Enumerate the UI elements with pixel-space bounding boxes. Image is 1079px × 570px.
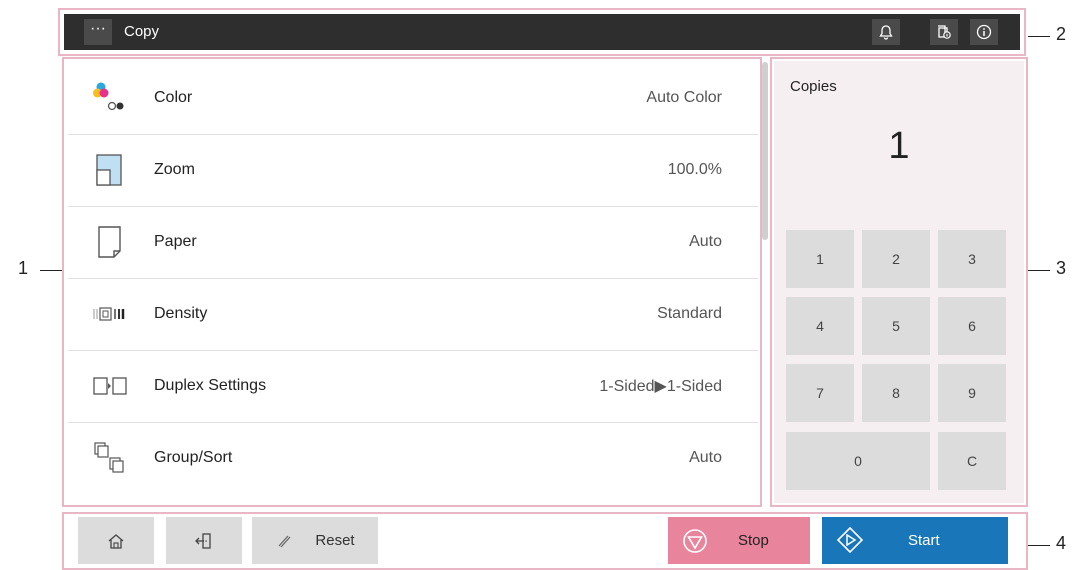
setting-label: Group/Sort <box>154 449 233 466</box>
setting-value: Standard <box>657 305 722 322</box>
start-button[interactable]: Start <box>822 517 1008 564</box>
reset-button[interactable]: Reset <box>252 517 378 564</box>
bell-icon[interactable] <box>872 19 900 45</box>
keypad-key-5[interactable]: 5 <box>862 297 930 355</box>
setting-label: Paper <box>154 233 197 250</box>
device-info-icon[interactable] <box>930 19 958 45</box>
keypad-key-0[interactable]: 0 <box>786 432 930 490</box>
reset-label: Reset <box>315 532 355 549</box>
setting-row-zoom[interactable]: Zoom 100.0% <box>68 134 758 207</box>
copies-label: Copies <box>790 78 837 95</box>
callout-line-4 <box>1028 545 1050 546</box>
paper-icon <box>90 222 130 262</box>
eraser-icon <box>278 535 291 547</box>
duplex-icon <box>90 366 130 406</box>
setting-row-duplex[interactable]: Duplex Settings 1-Sided▶1-Sided <box>68 350 758 423</box>
start-label: Start <box>908 532 940 549</box>
keypad-key-4[interactable]: 4 <box>786 297 854 355</box>
callout-line-3 <box>1028 270 1050 271</box>
setting-label: Zoom <box>154 161 195 178</box>
list-scrollbar[interactable] <box>762 62 768 240</box>
callout-number-4: 4 <box>1056 533 1067 553</box>
setting-row-paper[interactable]: Paper Auto <box>68 206 758 279</box>
settings-list: Color Auto Color Zoom 100.0% Paper Auto <box>68 62 758 488</box>
callout-line-2 <box>1028 36 1050 37</box>
setting-value: 100.0% <box>667 161 722 178</box>
zoom-icon <box>90 150 130 190</box>
setting-row-color[interactable]: Color Auto Color <box>68 62 758 135</box>
keypad-key-3[interactable]: 3 <box>938 230 1006 288</box>
app-title: Copy <box>124 23 160 40</box>
density-icon <box>90 294 130 334</box>
keypad-clear-key[interactable]: C <box>938 432 1006 490</box>
stop-icon <box>683 529 707 553</box>
keypad-key-1[interactable]: 1 <box>786 230 854 288</box>
setting-value: Auto Color <box>646 89 722 106</box>
setting-value: 1-Sided▶1-Sided <box>599 378 722 395</box>
setting-row-density[interactable]: Density Standard <box>68 278 758 351</box>
keypad-key-9[interactable]: 9 <box>938 364 1006 422</box>
setting-label: Color <box>154 89 193 106</box>
start-icon <box>836 526 864 554</box>
info-icon[interactable] <box>970 19 998 45</box>
logout-button[interactable] <box>166 517 242 564</box>
setting-row-group-sort[interactable]: Group/Sort Auto <box>68 422 758 488</box>
callout-number-2: 2 <box>1056 24 1067 44</box>
stop-label: Stop <box>738 532 769 549</box>
group-sort-icon <box>90 438 130 478</box>
callout-line-1 <box>40 270 62 271</box>
home-button[interactable] <box>78 517 154 564</box>
setting-value: Auto <box>689 233 722 250</box>
setting-label: Duplex Settings <box>154 377 267 394</box>
copies-count: 1 <box>888 125 910 167</box>
color-icon <box>90 78 130 118</box>
logout-icon <box>195 532 211 549</box>
keypad-key-7[interactable]: 7 <box>786 364 854 422</box>
callout-number-3: 3 <box>1056 258 1067 278</box>
keypad-key-2[interactable]: 2 <box>862 230 930 288</box>
more-menu-button[interactable]: ··· <box>84 19 112 45</box>
home-icon <box>108 533 124 549</box>
callout-number-1: 1 <box>18 258 29 278</box>
keypad-key-8[interactable]: 8 <box>862 364 930 422</box>
setting-label: Density <box>154 305 208 322</box>
keypad-key-6[interactable]: 6 <box>938 297 1006 355</box>
setting-value: Auto <box>689 449 722 466</box>
stop-button[interactable]: Stop <box>668 517 810 564</box>
